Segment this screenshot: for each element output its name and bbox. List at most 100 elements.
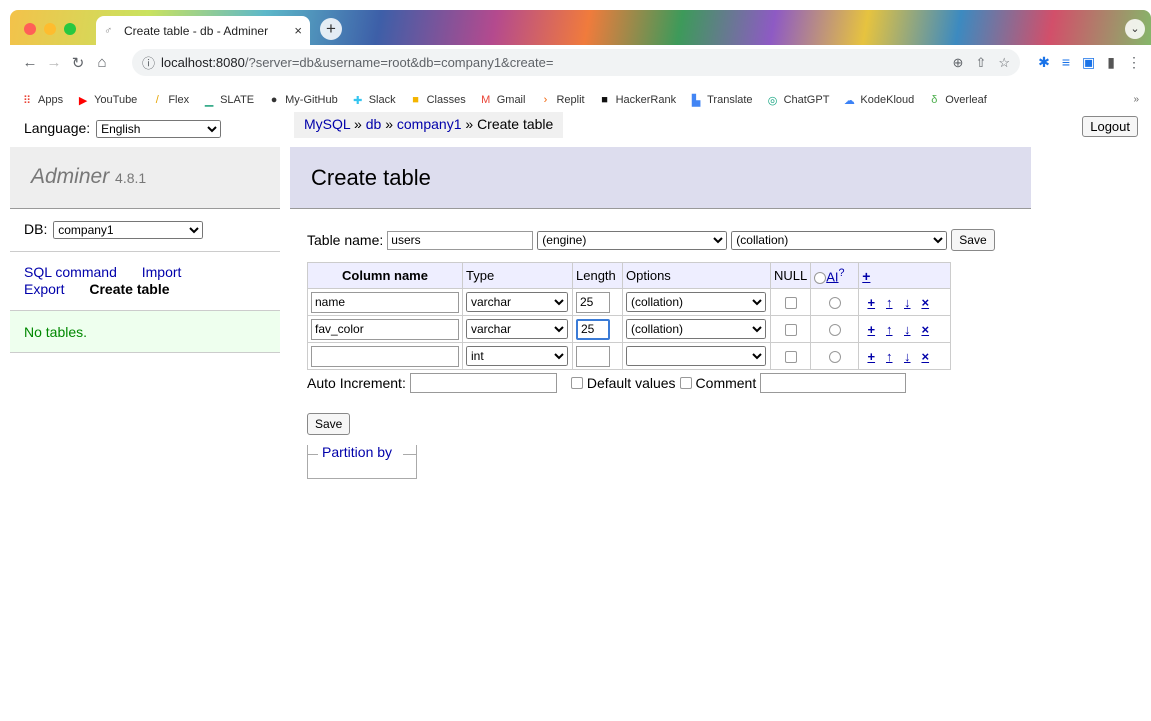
table-name-input[interactable] [387,230,534,250]
add-row-icon[interactable]: + [865,295,877,310]
move-down-icon[interactable]: ↓ [901,322,913,337]
options-select[interactable]: (collation) [626,319,766,339]
profile-avatar-icon[interactable]: ▮ [1107,54,1115,71]
partition-by-link[interactable]: Partition by [318,444,397,460]
home-icon[interactable]: ⌂ [90,54,114,71]
auto-increment-input[interactable] [409,373,557,393]
url-text: localhost:8080/?server=db&username=root&… [161,55,953,70]
null-checkbox[interactable] [784,324,797,337]
bookmark-kodekloud[interactable]: ☁ KodeKloud [842,94,914,107]
ai-radio[interactable] [814,271,827,284]
add-column-button[interactable]: + [862,268,870,284]
bookmark-youtube[interactable]: ▶ YouTube [76,94,137,107]
options-cell [622,342,771,370]
bookmarks-overflow-icon[interactable]: » [1133,94,1139,105]
bookmark-flex[interactable]: / Flex [150,94,189,106]
bookmark-gmail[interactable]: M Gmail [479,94,525,106]
bookmark-translate[interactable]: ▙ Translate [689,94,753,107]
minimize-window-button[interactable] [44,23,56,35]
ai-help-icon[interactable]: ? [839,267,845,279]
ai-link[interactable]: AI [826,269,838,284]
column-name-input[interactable] [311,318,459,340]
kebab-menu-icon[interactable]: ⋮ [1127,54,1141,71]
null-checkbox[interactable] [784,297,797,310]
bookmark-replit[interactable]: › Replit [538,94,585,106]
reload-icon[interactable]: ↻ [66,54,90,72]
logout-button[interactable]: Logout [1082,116,1138,137]
zoom-icon[interactable]: ⊕ [953,55,964,71]
type-select[interactable]: varchar [466,319,568,339]
sql-command-link[interactable]: SQL command [24,264,117,280]
extensions-puzzle-icon[interactable]: ✱ [1038,54,1050,71]
default-values-checkbox[interactable] [570,377,583,389]
ai-radio[interactable] [828,297,841,310]
forward-arrow-icon[interactable]: → [42,54,66,71]
bookmark-hackerrank[interactable]: ■ HackerRank [598,94,676,106]
bookmark-chatgpt[interactable]: ◎ ChatGPT [766,94,830,107]
remove-row-icon[interactable]: × [919,322,931,337]
adminer-page: Language: English MySQL » db » company1 … [10,111,1151,721]
ai-radio[interactable] [828,324,841,337]
bookmark-github[interactable]: ● My-GitHub [267,94,338,106]
reading-list-icon[interactable]: ≡ [1062,54,1070,71]
bookmark-classes[interactable]: ■ Classes [409,94,465,106]
breadcrumb-db[interactable]: db [366,116,382,132]
column-name-input[interactable] [311,291,459,313]
length-input[interactable] [576,318,610,340]
collation-select[interactable]: (collation) [731,230,948,250]
options-cell: (collation) [622,288,771,316]
tab-close-icon[interactable]: × [294,23,302,38]
gmail-icon: M [481,94,491,106]
maximize-window-button[interactable] [64,23,76,35]
new-tab-button[interactable]: + [320,18,342,40]
language-select[interactable]: English [96,120,222,138]
remove-row-icon[interactable]: × [919,349,931,364]
length-input[interactable] [576,345,610,367]
side-panel-icon[interactable]: ▣ [1082,54,1095,71]
length-input[interactable] [576,291,610,313]
remove-row-icon[interactable]: × [919,295,931,310]
options-select[interactable]: (collation) [626,292,766,312]
address-bar[interactable]: ⓘ localhost:8080/?server=db&username=roo… [132,49,1020,76]
auto-increment-row: Auto Increment: Default values Comment [307,373,907,393]
add-row-icon[interactable]: + [865,349,877,364]
move-down-icon[interactable]: ↓ [901,349,913,364]
save-button-bottom[interactable]: Save [307,413,351,435]
site-info-icon[interactable]: ⓘ [142,53,155,72]
app-name[interactable]: Adminer 4.8.1 [31,165,146,189]
null-checkbox[interactable] [784,351,797,364]
back-arrow-icon[interactable]: ← [18,54,42,71]
move-up-icon[interactable]: ↑ [883,295,895,310]
engine-select[interactable]: (engine) [537,230,728,250]
import-link[interactable]: Import [142,264,182,280]
ai-radio[interactable] [828,351,841,364]
tab-search-chevron-icon[interactable]: ⌄ [1125,19,1145,39]
close-window-button[interactable] [24,23,36,35]
save-button[interactable]: Save [951,229,995,251]
breadcrumb-company1[interactable]: company1 [397,116,462,132]
breadcrumb-mysql[interactable]: MySQL [304,116,350,132]
bookmark-star-icon[interactable]: ☆ [998,55,1010,71]
bookmark-slack[interactable]: ✚ Slack [351,94,396,107]
type-select[interactable]: int [466,346,568,366]
type-select[interactable]: varchar [466,292,568,312]
browser-tab[interactable]: ♂ Create table - db - Adminer × [96,16,310,45]
bookmark-overleaf[interactable]: δ Overleaf [927,94,987,106]
comment-label[interactable]: Comment [696,375,757,391]
comment-checkbox[interactable] [679,377,692,389]
db-select[interactable]: company1 [53,221,204,239]
comment-input[interactable] [760,373,907,393]
move-up-icon[interactable]: ↑ [883,349,895,364]
add-row-icon[interactable]: + [865,322,877,337]
create-table-link[interactable]: Create table [89,281,169,297]
bookmark-slate[interactable]: ▁ SLATE [202,94,254,107]
bookmark-apps[interactable]: ⠿ Apps [20,94,63,107]
options-select[interactable] [626,346,766,366]
move-up-icon[interactable]: ↑ [883,322,895,337]
default-values-label[interactable]: Default values [587,375,676,391]
length-cell [572,288,623,316]
column-name-input[interactable] [311,345,459,367]
export-link[interactable]: Export [24,281,64,297]
share-icon[interactable]: ⇧ [975,55,986,71]
move-down-icon[interactable]: ↓ [901,295,913,310]
